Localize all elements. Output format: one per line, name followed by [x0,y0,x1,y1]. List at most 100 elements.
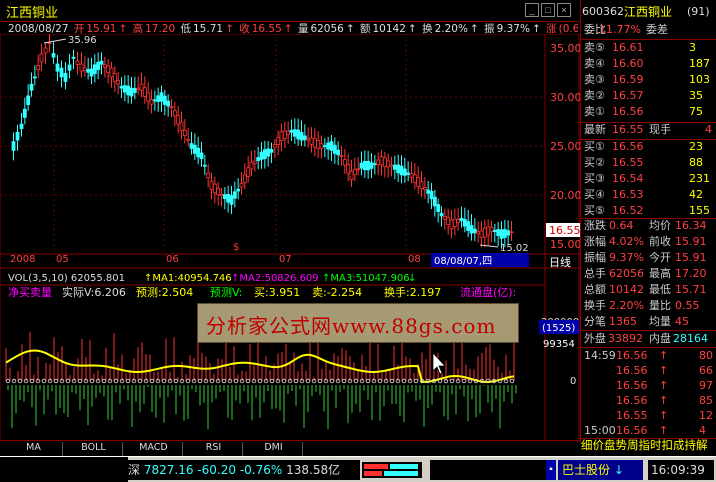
inner-value: 28164 [673,332,708,345]
sell-volume: 3 [689,41,696,54]
x-tick: 08 [408,254,421,265]
candle-body [482,227,487,238]
candle-body [129,87,134,97]
tick-time: 14:59 [584,349,616,362]
sell-volume: 35 [689,89,703,102]
stat-value: 1365 [609,315,637,328]
candle-body [266,148,271,157]
candle-body [406,172,411,175]
tab-ma[interactable]: MA [5,442,63,456]
candle-body [396,164,401,174]
tick-price: 16.55 [616,409,648,422]
zero-dot [137,378,143,384]
tab-rsi[interactable]: RSI [185,442,243,456]
sell-label: 卖① [584,105,605,118]
candle-body [156,95,161,102]
candle-body [29,83,34,91]
maximize-button[interactable]: □ [541,3,555,17]
candle-body [226,193,231,203]
kline-chart[interactable]: 35.00 30.00 25.00 20.00 15.00 16.55 35.9… [0,34,580,444]
breadth-up-fill-2 [364,471,382,476]
candle-body [306,138,311,141]
low-leader [479,244,499,248]
watermark-text: 分析家公式网www.88gs.com [206,314,497,338]
stock-alert[interactable]: 巴士股份 ↓ [558,460,643,480]
stat-value: 17.20 [675,267,707,280]
zero-dot [161,378,167,384]
zero-dot [509,378,515,384]
buy-label: 买② [584,156,605,169]
outer-inner-row: 外盘 33892 内盘 28164 [581,331,716,347]
candle-body [479,230,484,238]
hand-label: 现手 [649,123,671,136]
orderbook-row: 卖① 16.56 75 [581,104,716,120]
candle-body [416,177,421,187]
indicator-tabs: MA BOLL MACD RSI DMI [0,440,580,456]
stock-name: 江西铜业 [624,5,673,19]
zero-dot [77,378,83,384]
sell-label: 卖⑤ [584,41,605,54]
candle-body [432,196,437,207]
close-button[interactable]: × [557,3,571,17]
low-marker: 15.02 [500,243,529,254]
period-mode[interactable]: 日线 [549,255,571,269]
tick-volume: 80 [699,349,713,362]
stock-title: 江西铜业 [6,6,59,21]
candle-body [436,204,441,212]
buy-volume: 42 [689,188,703,201]
stat-label: 量比 [649,299,671,312]
candle-body [139,83,144,91]
stat-value: 2.20% [609,299,644,312]
candle-body [166,100,171,107]
candle-body [502,229,507,238]
tab-macd[interactable]: MACD [125,442,183,456]
candle-body [86,69,91,73]
zero-dot [89,378,95,384]
orderbook-row: 卖② 16.57 35 [581,88,716,104]
candle-body [452,218,457,227]
zero-dot [317,378,323,384]
panel-tab-strip[interactable]: 细价盘势周指时扣成持解 [581,437,708,453]
status-mid-pane [430,460,550,480]
stock-number: (91) [687,5,710,18]
panel-bottom-tabs[interactable]: 细价盘势周指时扣成持解 [581,437,716,453]
tab-dmi[interactable]: DMI [245,442,303,456]
price-tick: 25.00 [550,140,580,153]
candle-body [249,161,254,170]
minimize-button[interactable]: _ [525,3,539,17]
candle-body [366,160,371,171]
stat-value: 62056 [609,267,644,280]
zero-dot [365,378,371,384]
candle-body [429,190,434,200]
candle-body [109,67,114,78]
cursor-date: 08/08/07,四 [434,256,492,267]
candle-body [55,63,60,72]
candle-body [472,228,477,234]
tick-volume: 66 [699,364,713,377]
candle-body [119,85,124,89]
candle-body [176,115,181,125]
zero-dot [149,378,155,384]
breadth-bar [362,462,422,478]
candle-body [462,218,467,227]
index-ticker[interactable]: 深 7827.16 -60.20 -0.76% 138.58亿 [128,460,360,480]
zero-dot [257,378,263,384]
orderbook-row: 卖③ 16.59 103 [581,72,716,88]
candle-body [242,174,247,183]
candle-body [476,231,481,234]
candle-body [439,212,444,217]
tab-boll[interactable]: BOLL [65,442,123,456]
candle-body [419,181,424,189]
price-tick: 35.00 [550,42,580,55]
zero-dot [341,378,347,384]
candle-body [199,152,204,160]
watermark-banner: 分析家公式网www.88gs.com [197,303,519,343]
candle-body [132,88,137,93]
tick-arrow: ↑ [659,379,669,392]
breadth-up-fill [364,464,388,469]
candle-body [179,121,184,132]
indicator-flow: 流通盘(亿): [460,285,516,299]
stat-label: 涨跌 [584,219,606,232]
candle-body [409,173,414,178]
candle-body [192,144,197,154]
